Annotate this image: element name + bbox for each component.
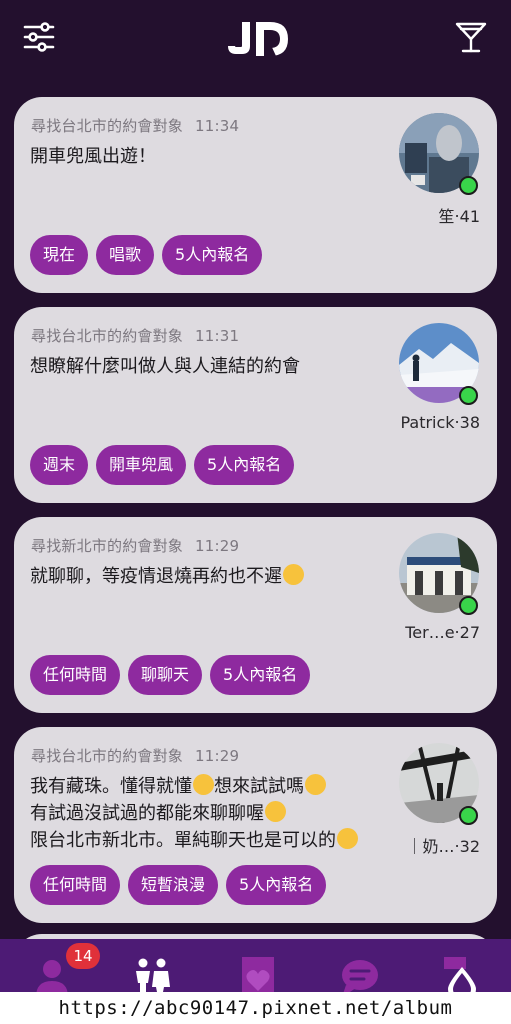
- watermark-url: https://abc90147.pixnet.net/album: [0, 992, 511, 1024]
- post-text: 我有藏珠。懂得就懂 想來試試嗎 有試過沒試過的都能來聊聊喔 限台北市新北市。單純聊…: [30, 773, 370, 854]
- post-card[interactable]: 尋找台北市的約會對象 11:34 開車兜風出遊！ 笙‧41 現在 唱歌 5人內報名: [14, 97, 497, 293]
- sliders-icon[interactable]: [22, 20, 56, 54]
- tag-list: 任何時間 聊聊天 5人內報名: [30, 655, 311, 695]
- tag-chip[interactable]: 5人內報名: [194, 445, 295, 485]
- grimacing-emoji-icon: [265, 801, 286, 822]
- post-line: 開車兜風出遊！: [30, 146, 156, 167]
- tag-chip[interactable]: 現在: [30, 235, 89, 275]
- tag-chip[interactable]: 任何時間: [30, 655, 121, 695]
- rofl-emoji-icon: [337, 828, 358, 849]
- post-time: 11:34: [195, 117, 240, 135]
- post-line-text: 就聊聊，等疫情退燒再約也不遲: [30, 566, 282, 587]
- tag-list: 現在 唱歌 5人內報名: [30, 235, 263, 275]
- post-header: 尋找台北市的約會對象 11:31: [31, 325, 239, 346]
- post-card[interactable]: 尋找台北市的約會對象 11:31 想瞭解什麼叫做人與人連結的約會 Patrick‧…: [14, 307, 497, 503]
- post-line: 就聊聊，等疫情退燒再約也不遲: [30, 563, 370, 590]
- post-search-label: 尋找台北市的約會對象: [31, 747, 184, 765]
- tag-chip[interactable]: 5人內報名: [226, 865, 327, 905]
- tag-chip[interactable]: 任何時間: [30, 865, 121, 905]
- post-time: 11:29: [195, 747, 240, 765]
- user-name-age: ｜奶…‧32: [406, 837, 480, 856]
- post-line-text: 限台北市新北市。單純聊天也是可以的: [30, 830, 336, 851]
- post-search-label: 尋找台北市的約會對象: [31, 327, 184, 345]
- notification-badge: 14: [66, 943, 100, 969]
- user-name-age: 笙‧41: [438, 207, 480, 226]
- user-name-age: Ter…e‧27: [405, 623, 480, 642]
- post-text: 就聊聊，等疫情退燒再約也不遲: [30, 563, 370, 590]
- grinning-sweat-emoji-icon: [283, 564, 304, 585]
- tag-chip[interactable]: 週末: [30, 445, 89, 485]
- post-header: 尋找台北市的約會對象 11:34: [31, 115, 239, 136]
- online-indicator: [459, 596, 478, 615]
- post-header: 尋找台北市的約會對象 11:29: [31, 745, 239, 766]
- online-indicator: [459, 806, 478, 825]
- post-line-text: 想來試試嗎: [214, 776, 304, 797]
- tag-list: 週末 開車兜風 5人內報名: [30, 445, 295, 485]
- post-search-label: 尋找台北市的約會對象: [31, 117, 184, 135]
- app-logo: [228, 22, 288, 56]
- top-bar: [0, 0, 511, 80]
- tag-chip[interactable]: 聊聊天: [128, 655, 203, 695]
- post-search-label: 尋找新北市的約會對象: [31, 537, 184, 555]
- post-line: 我有藏珠。懂得就懂 想來試試嗎: [30, 773, 370, 800]
- tag-chip[interactable]: 5人內報名: [162, 235, 263, 275]
- tag-chip[interactable]: 5人內報名: [210, 655, 311, 695]
- online-indicator: [459, 176, 478, 195]
- tag-chip[interactable]: 唱歌: [96, 235, 155, 275]
- post-line: 有試過沒試過的都能來聊聊喔: [30, 800, 370, 827]
- post-header: 尋找新北市的約會對象 11:29: [31, 535, 239, 556]
- post-card[interactable]: 尋找新北市的約會對象 11:29 就聊聊，等疫情退燒再約也不遲 Ter…e‧27 …: [14, 517, 497, 713]
- post-line-text: 有試過沒試過的都能來聊聊喔: [30, 803, 264, 824]
- post-text: 想瞭解什麼叫做人與人連結的約會: [30, 353, 370, 380]
- post-line: 想瞭解什麼叫做人與人連結的約會: [30, 356, 300, 377]
- cocktail-glass-icon[interactable]: [452, 18, 490, 56]
- tag-chip[interactable]: 開車兜風: [96, 445, 187, 485]
- post-card[interactable]: 尋找台北市的約會對象 11:29 我有藏珠。懂得就懂 想來試試嗎 有試過沒試過的都能…: [14, 727, 497, 923]
- smirk-emoji-icon: [193, 774, 214, 795]
- thinking-emoji-icon: [305, 774, 326, 795]
- post-line: 限台北市新北市。單純聊天也是可以的: [30, 827, 370, 854]
- user-name-age: Patrick‧38: [400, 413, 480, 432]
- post-time: 11:31: [195, 327, 240, 345]
- post-text: 開車兜風出遊！: [30, 143, 370, 170]
- post-line-text: 我有藏珠。懂得就懂: [30, 776, 192, 797]
- post-time: 11:29: [195, 537, 240, 555]
- tag-list: 任何時間 短暫浪漫 5人內報名: [30, 865, 327, 905]
- tag-chip[interactable]: 短暫浪漫: [128, 865, 219, 905]
- online-indicator: [459, 386, 478, 405]
